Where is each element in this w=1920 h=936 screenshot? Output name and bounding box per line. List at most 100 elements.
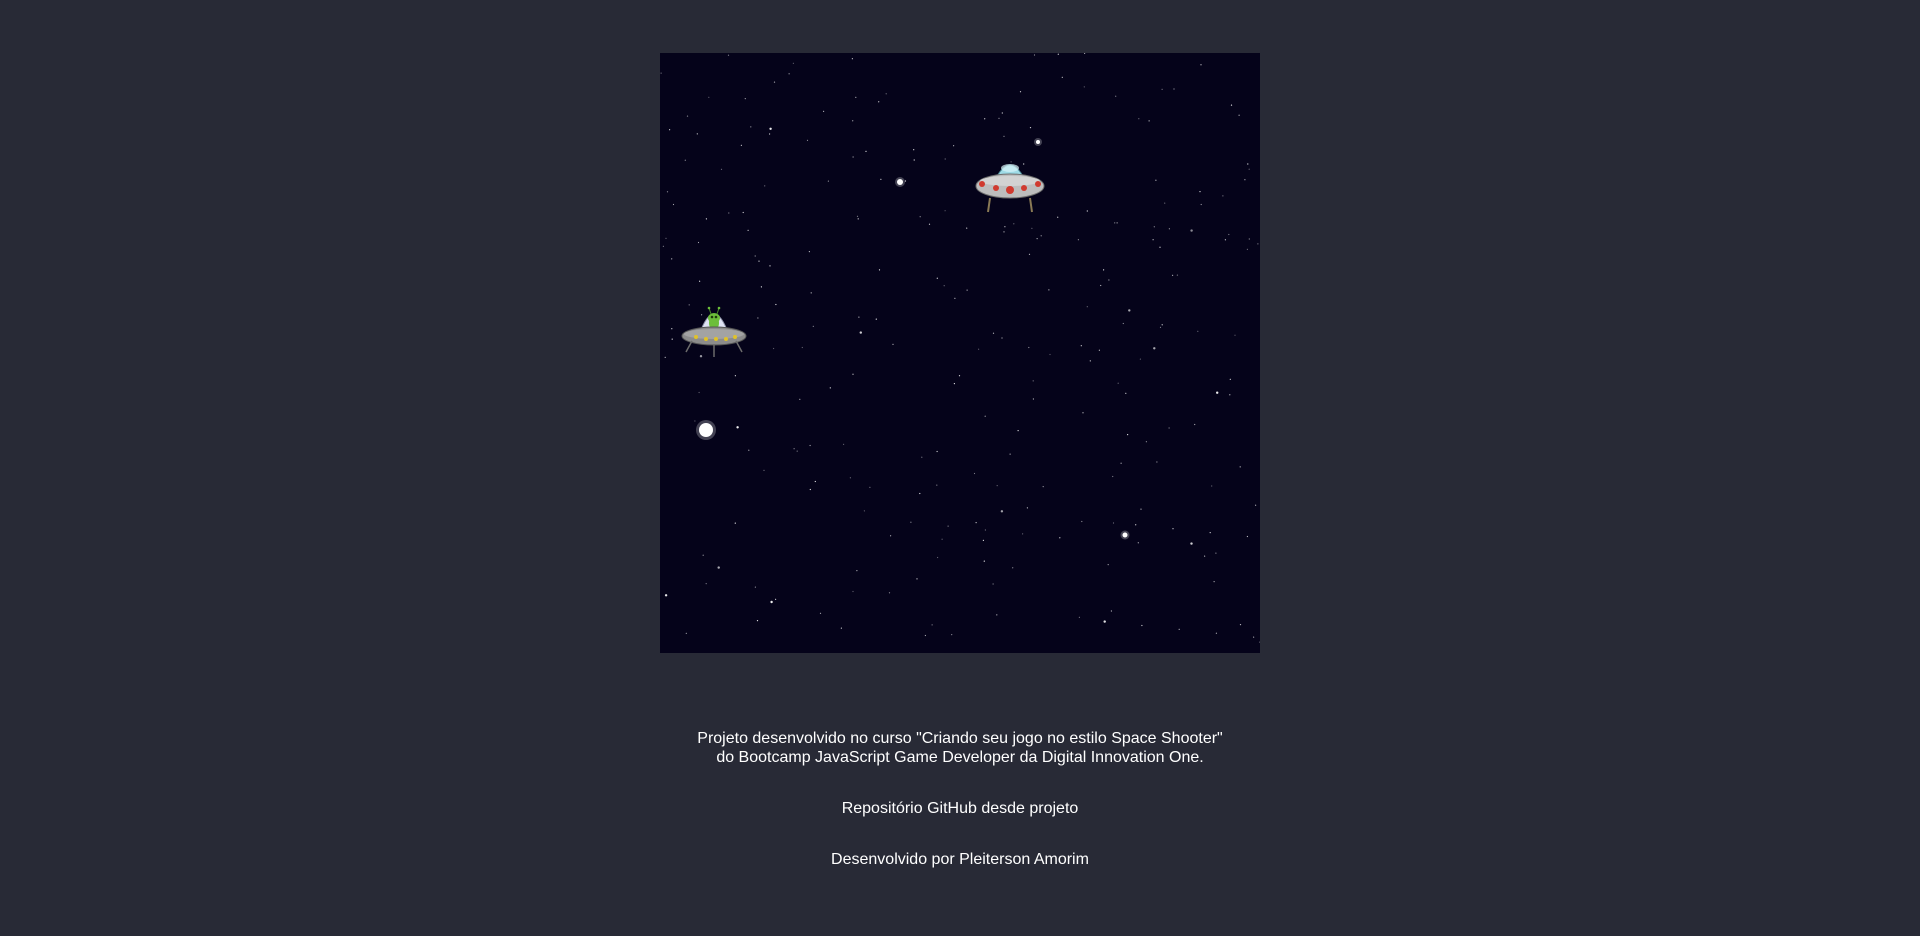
star <box>852 373 854 375</box>
star <box>671 338 673 340</box>
star <box>697 241 700 244</box>
star <box>1107 564 1109 566</box>
star <box>705 583 707 585</box>
game-canvas[interactable] <box>660 53 1260 653</box>
star <box>878 101 880 103</box>
star <box>852 156 854 158</box>
star <box>1228 233 1230 236</box>
star <box>880 178 882 180</box>
star <box>1017 430 1019 432</box>
star <box>1122 322 1124 325</box>
star <box>928 223 931 225</box>
star <box>1115 95 1117 97</box>
star <box>1168 427 1170 429</box>
star <box>865 150 867 152</box>
star <box>1176 274 1178 276</box>
star <box>943 285 945 287</box>
star <box>1159 326 1162 328</box>
star <box>1103 620 1106 623</box>
star <box>1199 191 1201 193</box>
star <box>1161 324 1163 326</box>
star <box>913 149 915 151</box>
star <box>973 472 976 475</box>
bright-star <box>1036 140 1040 144</box>
star <box>843 443 845 445</box>
star <box>953 145 955 147</box>
star <box>1145 441 1147 443</box>
github-repo-link[interactable]: Repositório GitHub desde projeto <box>842 800 1079 817</box>
star <box>665 237 667 239</box>
star <box>1153 226 1155 228</box>
star <box>750 126 752 128</box>
star <box>1000 510 1004 513</box>
star <box>984 529 986 531</box>
star <box>1229 378 1231 380</box>
star <box>863 510 865 512</box>
star <box>966 289 968 291</box>
star <box>1224 239 1226 241</box>
star <box>919 492 921 495</box>
star <box>878 269 881 271</box>
star <box>756 620 759 622</box>
star <box>1222 195 1224 197</box>
star <box>740 144 742 146</box>
star <box>951 634 953 636</box>
star <box>1003 135 1005 137</box>
star <box>966 227 968 229</box>
star <box>1253 636 1255 638</box>
star <box>747 229 749 231</box>
star <box>664 356 666 358</box>
star <box>852 120 854 122</box>
star <box>1125 392 1127 394</box>
star <box>1032 398 1034 400</box>
star <box>888 592 891 594</box>
star <box>1137 542 1139 544</box>
star <box>904 180 907 182</box>
star <box>936 277 938 279</box>
star <box>1172 528 1174 530</box>
star <box>859 331 862 334</box>
star <box>1248 238 1250 240</box>
star <box>1048 289 1050 291</box>
star <box>858 316 860 318</box>
star <box>1239 624 1242 626</box>
star <box>773 81 776 83</box>
star <box>1077 239 1079 241</box>
star <box>698 391 700 394</box>
star <box>983 560 985 562</box>
star <box>754 255 756 257</box>
enemy-ufo-icon <box>975 164 1045 213</box>
star <box>869 486 871 488</box>
star <box>1086 306 1088 308</box>
star <box>1086 210 1088 212</box>
star <box>856 570 858 572</box>
star <box>1004 226 1006 228</box>
star <box>799 398 801 400</box>
star <box>801 346 803 349</box>
star <box>814 480 816 483</box>
star <box>810 292 812 294</box>
star <box>1259 641 1260 643</box>
star <box>1078 616 1080 618</box>
star <box>763 469 765 471</box>
star <box>796 450 798 452</box>
star <box>734 375 736 377</box>
star <box>1083 86 1085 88</box>
star <box>727 54 730 56</box>
star <box>1019 91 1022 93</box>
star <box>857 218 859 220</box>
star <box>851 58 853 60</box>
star <box>1003 231 1005 233</box>
star <box>910 521 912 523</box>
star <box>696 133 698 135</box>
star <box>1239 466 1241 468</box>
star <box>1001 112 1003 114</box>
star <box>1153 347 1156 350</box>
star <box>1164 202 1166 204</box>
star <box>944 210 946 212</box>
star <box>812 325 814 327</box>
star <box>1244 179 1246 181</box>
star <box>720 168 723 170</box>
star <box>770 600 773 604</box>
star <box>936 484 938 486</box>
